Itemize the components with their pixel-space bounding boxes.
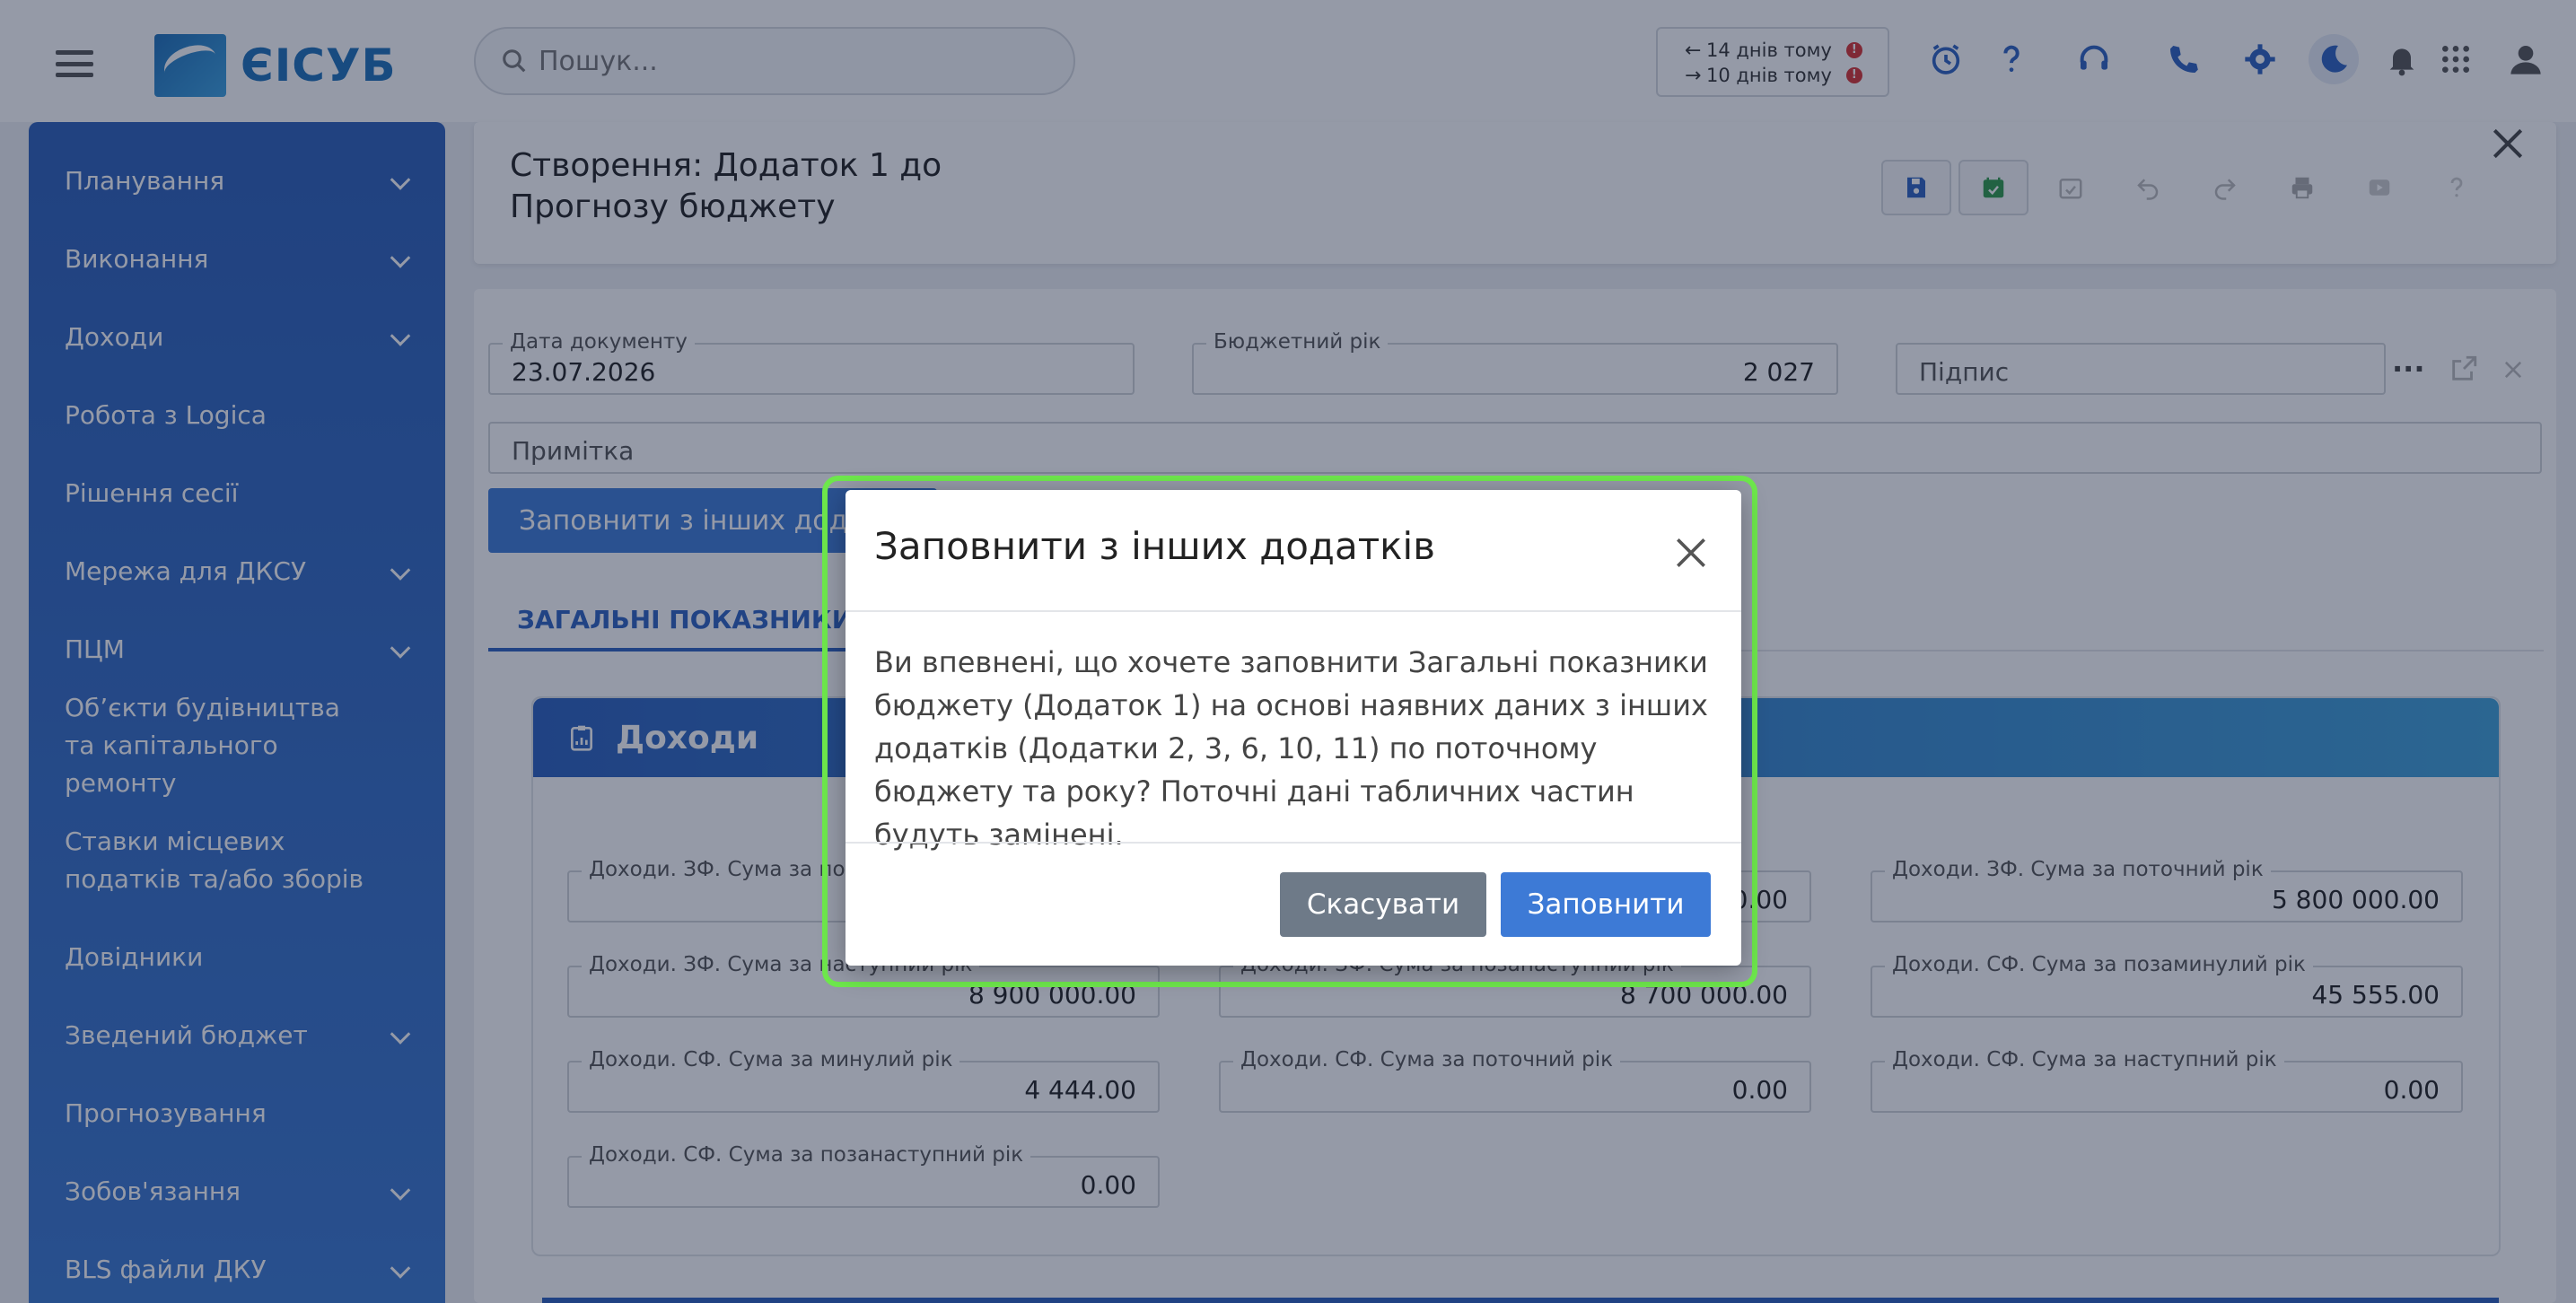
- confirm-fill-button[interactable]: Заповнити: [1501, 872, 1711, 937]
- cancel-button[interactable]: Скасувати: [1280, 872, 1486, 937]
- dialog-title: Заповнити з інших додатків: [874, 524, 1435, 568]
- close-icon[interactable]: [1671, 533, 1711, 573]
- confirm-dialog: Заповнити з інших додатків Ви впевнені, …: [846, 490, 1741, 966]
- dialog-divider: [846, 842, 1741, 844]
- dialog-message: Ви впевнені, що хочете заповнити Загальн…: [874, 645, 1708, 852]
- dialog-divider: [846, 610, 1741, 612]
